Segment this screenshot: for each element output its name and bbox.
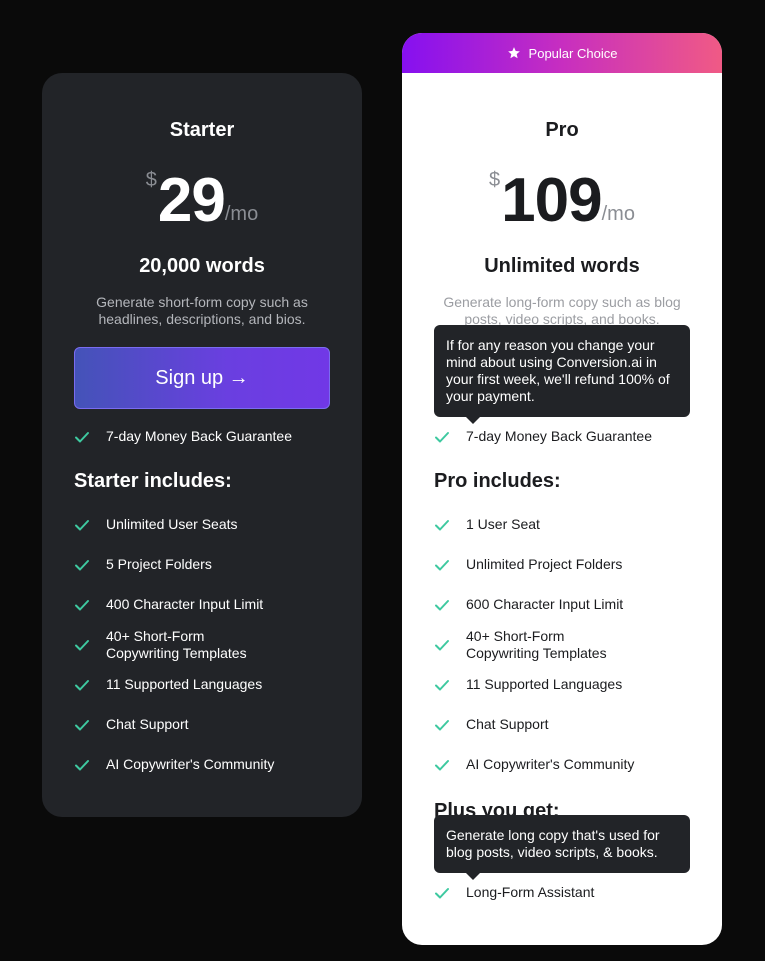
feature-label: 40+ Short-Form Copywriting Templates — [106, 628, 247, 661]
plus-feature-item[interactable]: Long-Form Assistant — [434, 884, 594, 901]
feature-item: 40+ Short-Form Copywriting Templates — [434, 628, 614, 662]
feature-label: 40+ Short-Form Copywriting Templates — [466, 628, 607, 661]
check-icon — [435, 679, 449, 690]
check-icon — [435, 887, 449, 898]
feature-label: Chat Support — [466, 716, 549, 732]
guarantee-label: 7-day Money Back Guarantee — [466, 428, 652, 444]
includes-title: Starter includes: — [74, 470, 232, 492]
check-icon — [75, 719, 89, 730]
popular-choice-badge: Popular Choice — [402, 33, 722, 73]
price-period: /mo — [224, 203, 259, 225]
price-amount: 109 — [501, 166, 602, 235]
check-icon — [75, 599, 89, 610]
plan-name: Pro — [545, 119, 579, 141]
sign-up-button[interactable]: Sign up → — [74, 347, 330, 409]
currency-symbol: $ — [145, 169, 157, 191]
feature-item: Chat Support — [74, 716, 189, 733]
feature-item: Unlimited User Seats — [74, 516, 238, 533]
feature-label: 5 Project Folders — [106, 556, 212, 572]
check-icon — [435, 431, 449, 442]
check-icon — [75, 519, 89, 530]
feature-label: 400 Character Input Limit — [106, 596, 264, 612]
guarantee-item[interactable]: 7-day Money Back Guarantee — [434, 428, 652, 445]
starter-plan-card: Starter $ 29 /mo 20,000 words Generate s… — [42, 73, 362, 817]
check-icon — [435, 519, 449, 530]
plan-description: Generate long-form copy such as blog pos… — [443, 294, 681, 327]
star-icon — [507, 47, 520, 59]
currency-symbol: $ — [489, 169, 501, 191]
check-icon — [75, 431, 89, 442]
includes-title: Pro includes: — [434, 470, 561, 492]
guarantee-item[interactable]: 7-day Money Back Guarantee — [74, 428, 292, 445]
feature-label: Chat Support — [106, 716, 189, 732]
feature-item: 1 User Seat — [434, 516, 540, 533]
plan-name: Starter — [169, 119, 235, 141]
check-icon — [435, 559, 449, 570]
pricing-page: Starter $ 29 /mo 20,000 words Generate s… — [0, 0, 765, 961]
guarantee-tooltip: If for any reason you change your mind a… — [434, 325, 690, 424]
badge-label: Popular Choice — [528, 45, 618, 61]
check-icon — [435, 759, 449, 770]
check-icon — [435, 719, 449, 730]
feature-label: AI Copywriter's Community — [466, 756, 635, 772]
feature-label: 600 Character Input Limit — [466, 596, 624, 612]
check-icon — [75, 759, 89, 770]
feature-item: 400 Character Input Limit — [74, 596, 263, 613]
feature-label: AI Copywriter's Community — [106, 756, 275, 772]
feature-label: Unlimited Project Folders — [466, 556, 623, 572]
word-limit: Unlimited words — [484, 255, 640, 277]
plan-price: $ 109 /mo — [402, 165, 722, 237]
price-period: /mo — [601, 203, 635, 225]
feature-item: AI Copywriter's Community — [74, 756, 274, 773]
plan-description: Generate short-form copy such as headlin… — [96, 294, 308, 327]
long-form-tooltip: Generate long copy that's used for blog … — [434, 815, 690, 880]
feature-item: Chat Support — [434, 716, 549, 733]
word-limit: 20,000 words — [139, 255, 265, 277]
check-icon — [435, 599, 449, 610]
price-amount: 29 — [157, 166, 226, 235]
feature-label: Unlimited User Seats — [106, 516, 238, 532]
feature-label: Long-Form Assistant — [466, 884, 595, 900]
check-icon — [435, 640, 449, 651]
check-icon — [75, 559, 89, 570]
feature-item: 40+ Short-Form Copywriting Templates — [74, 628, 254, 662]
feature-item: Unlimited Project Folders — [434, 556, 622, 573]
feature-item: 600 Character Input Limit — [434, 596, 623, 613]
feature-label: 11 Supported Languages — [106, 676, 263, 692]
feature-item: AI Copywriter's Community — [434, 756, 634, 773]
feature-item: 11 Supported Languages — [74, 676, 262, 693]
check-icon — [75, 679, 89, 690]
feature-item: 11 Supported Languages — [434, 676, 622, 693]
pro-plan-card: Popular Choice Pro $ 109 /mo Unlimited w… — [402, 33, 722, 945]
feature-label: 11 Supported Languages — [466, 676, 623, 692]
check-icon — [75, 640, 89, 651]
feature-label: 1 User Seat — [466, 516, 540, 532]
guarantee-label: 7-day Money Back Guarantee — [106, 428, 292, 444]
plan-price: $ 29 /mo — [42, 165, 362, 237]
feature-item: 5 Project Folders — [74, 556, 212, 573]
